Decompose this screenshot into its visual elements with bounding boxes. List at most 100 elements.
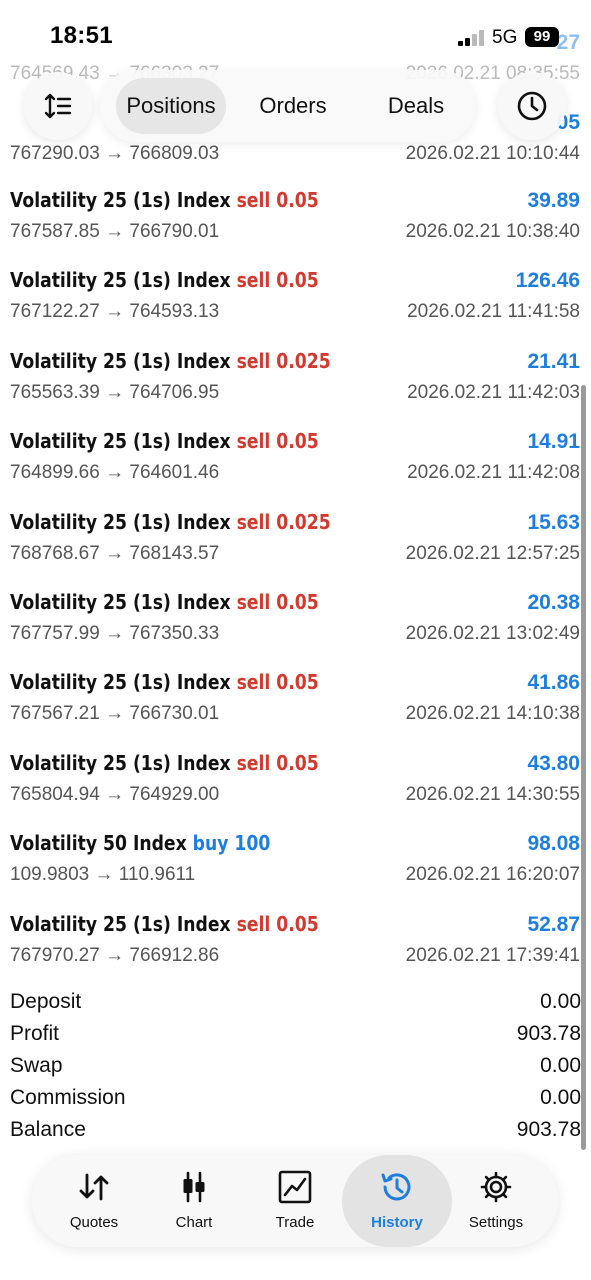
deal-row[interactable]: Volatility 25 (1s) Index sell 0.05 126.46…: [0, 268, 591, 348]
signal-icon: [458, 30, 486, 46]
deal-side: sell: [236, 911, 271, 936]
deal-side: sell: [236, 188, 271, 212]
clock-icon: [517, 91, 547, 121]
nav-label: Trade: [275, 1214, 315, 1231]
candlestick-icon: [183, 1171, 205, 1203]
status-bar: 18:51 5G 99: [0, 0, 591, 70]
deal-title: Volatility 25 (1s) Index sell 0.05: [10, 429, 319, 453]
summary-label: Commission: [10, 1086, 126, 1109]
deal-row[interactable]: Volatility 25 (1s) Index sell 0.05 14.91 7…: [0, 429, 591, 509]
deal-row[interactable]: Volatility 25 (1s) Index sell 0.05 43.80 7…: [0, 751, 591, 831]
deal-volume: 0.05: [276, 268, 319, 293]
status-time: 18:51: [50, 22, 113, 49]
sort-button[interactable]: [24, 72, 92, 140]
deal-side: sell: [236, 509, 271, 534]
summary-value: 903.78: [516, 1118, 581, 1141]
sort-icon: [44, 93, 72, 119]
deal-title: Volatility 25 (1s) Index sell 0.05: [10, 590, 319, 614]
summary-row-balance: Balance 903.78: [10, 1118, 581, 1148]
deal-side: sell: [236, 590, 271, 614]
nav-quotes[interactable]: Quotes: [42, 1155, 146, 1247]
deal-volume: 0.05: [276, 590, 319, 614]
deal-time: 2026.02.21 17:39:41: [405, 944, 580, 966]
battery-icon: 99: [525, 27, 559, 47]
summary-label: Swap: [10, 1054, 63, 1077]
deal-row[interactable]: Volatility 25 (1s) Index sell 0.05 41.86 7…: [0, 670, 591, 750]
deal-time: 2026.02.21 11:42:03: [407, 381, 580, 403]
deal-symbol: Volatility 50 Index: [10, 831, 187, 856]
summary-value: 0.00: [540, 1054, 581, 1077]
deal-title: Volatility 25 (1s) Index sell 0.05: [10, 912, 319, 936]
summary-label: Balance: [10, 1118, 86, 1141]
deal-symbol: Volatility 25 (1s) Index: [10, 670, 231, 695]
deal-volume: 0.05: [276, 188, 319, 212]
network-type: 5G: [492, 27, 518, 48]
deal-time: 2026.02.21 14:30:55: [405, 783, 580, 805]
deal-title: Volatility 25 (1s) Index sell 0.05: [10, 268, 319, 292]
deal-prices: 765563.39 → 764706.95: [10, 381, 220, 403]
deal-title: Volatility 25 (1s) Index sell 0.05: [10, 188, 319, 212]
deal-time: 2026.02.21 10:10:44: [405, 143, 580, 164]
summary-label: Deposit: [10, 990, 82, 1013]
deal-row[interactable]: Volatility 50 Index buy 100 98.08 109.9803…: [0, 831, 591, 911]
deal-volume: 0.05: [276, 911, 319, 936]
deal-time: 2026.02.21 12:57:25: [405, 542, 580, 564]
deal-profit: 39.89: [527, 189, 580, 212]
deal-volume: 0.025: [276, 509, 331, 534]
tab-deals[interactable]: Deals: [374, 78, 458, 134]
nav-label: Settings: [468, 1214, 524, 1231]
summary-value: 0.00: [540, 990, 581, 1013]
deal-row[interactable]: Volatility 25 (1s) Index sell 0.05 52.87 7…: [0, 912, 591, 992]
deal-volume: 0.05: [276, 750, 319, 775]
summary-row-commission: Commission 0.00: [10, 1086, 581, 1116]
nav-trade[interactable]: Trade: [243, 1155, 347, 1247]
deal-side: sell: [236, 670, 271, 695]
deal-prices: 765804.94 → 764929.00: [10, 783, 220, 805]
deal-symbol: Volatility 25 (1s) Index: [10, 590, 231, 614]
summary-value: 903.78: [516, 1022, 581, 1045]
deal-prices: 767587.85 → 766790.01: [10, 221, 220, 242]
deal-volume: 100: [234, 831, 271, 856]
nav-history[interactable]: History: [342, 1155, 452, 1247]
deal-prices: 764899.66 → 764601.46: [10, 462, 220, 484]
nav-chart[interactable]: Chart: [142, 1155, 246, 1247]
summary-row-profit: Profit 903.78: [10, 1022, 581, 1052]
deal-row[interactable]: Volatility 25 (1s) Index sell 0.025 21.41…: [0, 349, 591, 429]
deal-profit: 52.87: [527, 912, 580, 936]
nav-label: Chart: [175, 1214, 213, 1231]
deal-prices: 767122.27 → 764593.13: [10, 301, 220, 323]
deal-side: sell: [236, 429, 271, 454]
deal-prices: 109.9803 → 110.9611: [10, 864, 196, 886]
period-button[interactable]: [498, 72, 566, 140]
deal-symbol: Volatility 25 (1s) Index: [10, 429, 231, 454]
deal-time: 2026.02.21 13:02:49: [405, 623, 580, 644]
trade-chart-icon: [278, 1170, 312, 1204]
summary-value: 0.00: [540, 1086, 581, 1109]
deal-profit: 98.08: [527, 832, 580, 856]
quotes-arrows-icon: [79, 1173, 109, 1201]
deal-profit: 43.80: [527, 751, 580, 775]
deal-title: Volatility 25 (1s) Index sell 0.05: [10, 670, 319, 694]
tab-positions[interactable]: Positions: [116, 78, 226, 134]
scrollbar[interactable]: [581, 385, 586, 1150]
deal-prices: 767290.03 → 766809.03: [10, 143, 220, 164]
tab-orders[interactable]: Orders: [246, 78, 340, 134]
history-clock-icon: [381, 1173, 411, 1201]
deal-title: Volatility 50 Index buy 100: [10, 831, 270, 855]
nav-settings[interactable]: Settings: [444, 1155, 548, 1247]
deal-side: sell: [236, 750, 271, 775]
deal-time: 2026.02.21 14:10:38: [405, 703, 580, 725]
deal-symbol: Volatility 25 (1s) Index: [10, 348, 231, 373]
deal-side: sell: [236, 268, 271, 293]
deal-volume: 0.025: [276, 348, 331, 373]
deal-symbol: Volatility 25 (1s) Index: [10, 188, 231, 212]
deal-row[interactable]: Volatility 25 (1s) Index sell 0.05 20.38 7…: [0, 590, 591, 670]
deal-prices: 767567.21 → 766730.01: [10, 703, 220, 725]
deal-prices: 767970.27 → 766912.86: [10, 944, 220, 966]
nav-label: History: [371, 1214, 423, 1231]
deal-row[interactable]: Volatility 25 (1s) Index sell 0.025 15.63…: [0, 510, 591, 590]
deal-title: Volatility 25 (1s) Index sell 0.025: [10, 349, 331, 373]
deal-symbol: Volatility 25 (1s) Index: [10, 509, 231, 534]
deal-row[interactable]: Volatility 25 (1s) Index sell 0.05 39.89 7…: [0, 188, 591, 268]
deal-time: 2026.02.21 11:41:58: [407, 301, 580, 323]
